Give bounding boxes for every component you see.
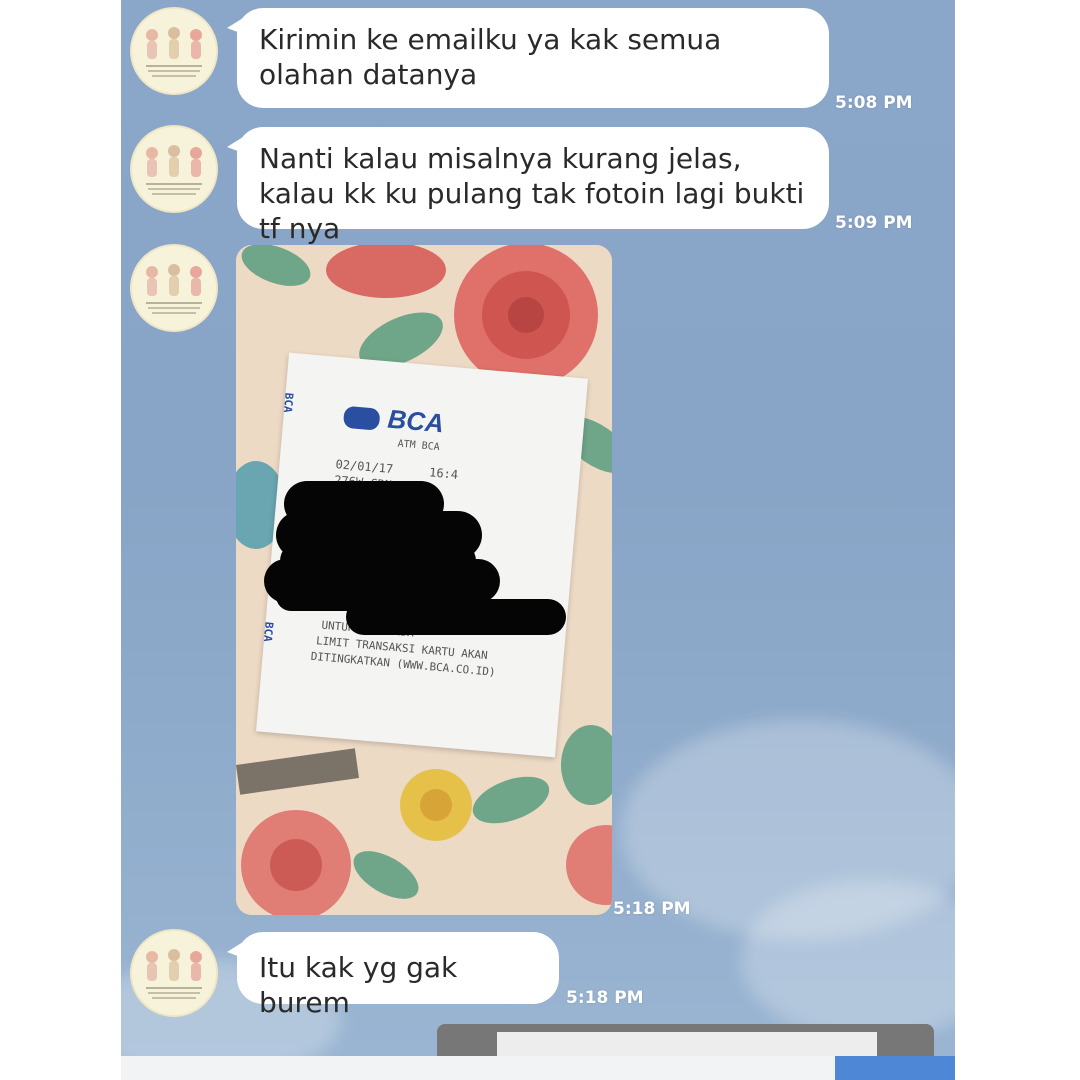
receipt-atm-label: ATM BCA (397, 438, 441, 454)
message-time: 5:18 PM (613, 899, 691, 919)
send-area[interactable] (835, 1056, 955, 1080)
avatar-illustration-icon (132, 246, 216, 330)
receipt-time: 16:4 (428, 465, 459, 482)
avatar[interactable] (130, 929, 218, 1017)
message-time: 5:18 PM (566, 988, 644, 1008)
message-time: 5:09 PM (835, 213, 913, 233)
preview-content (497, 1032, 877, 1056)
input-bar[interactable] (121, 1056, 955, 1080)
receipt-side-logo: BCA (260, 621, 276, 643)
next-image-preview[interactable] (437, 1024, 934, 1056)
image-message[interactable]: BCA ATM BCA 02/01/17 16:4 276W-CRN BCA B… (236, 245, 612, 915)
avatar[interactable] (130, 125, 218, 213)
message-text: Kirimin ke emailku ya kak semua olahan d… (259, 23, 722, 91)
message-bubble[interactable]: Kirimin ke emailku ya kak semua olahan d… (227, 8, 829, 108)
redaction-mark (346, 599, 566, 635)
avatar[interactable] (130, 7, 218, 95)
avatar[interactable] (130, 244, 218, 332)
receipt-side-logo: BCA (280, 392, 296, 414)
bca-emblem-icon (342, 405, 381, 431)
avatar-illustration-icon (132, 9, 216, 93)
message-text: Nanti kalau misalnya kurang jelas, kalau… (259, 142, 805, 245)
message-time: 5:08 PM (835, 93, 913, 113)
message-bubble[interactable]: Nanti kalau misalnya kurang jelas, kalau… (227, 127, 829, 245)
chat-area[interactable]: Kirimin ke emailku ya kak semua olahan d… (121, 0, 955, 1056)
receipt-bank-logo: BCA (386, 403, 446, 439)
avatar-illustration-icon (132, 127, 216, 211)
avatar-illustration-icon (132, 931, 216, 1015)
message-bubble[interactable]: Itu kak yg gak burem (227, 932, 559, 1019)
message-text: Itu kak yg gak burem (259, 951, 458, 1019)
